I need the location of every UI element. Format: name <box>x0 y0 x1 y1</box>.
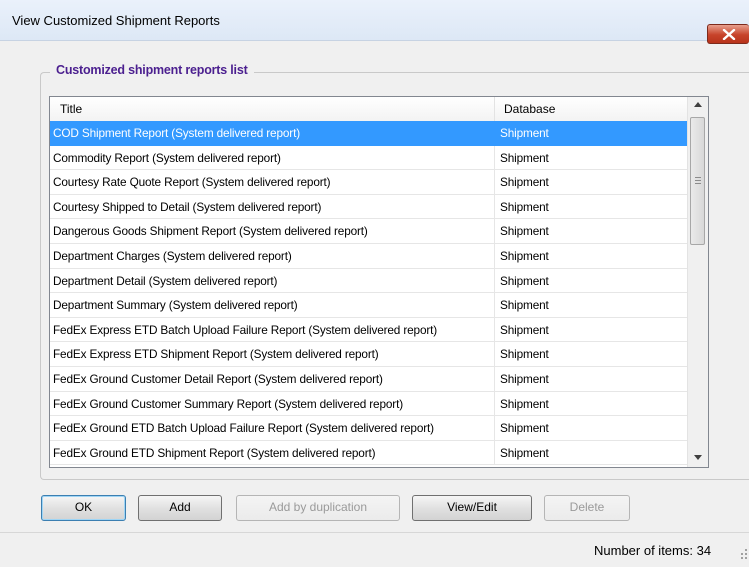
list-item[interactable]: Department Summary (System delivered rep… <box>50 293 687 318</box>
report-database: Shipment <box>500 248 549 263</box>
report-database: Shipment <box>500 298 549 313</box>
list-item[interactable]: Department Detail (System delivered repo… <box>50 268 687 294</box>
list-item[interactable]: COD Shipment Report (System delivered re… <box>50 121 687 146</box>
scroll-up-button[interactable] <box>688 97 708 114</box>
column-header-title[interactable]: Title <box>50 97 495 121</box>
report-database: Shipment <box>500 322 549 337</box>
report-title: FedEx Express ETD Batch Upload Failure R… <box>50 317 495 342</box>
report-title: FedEx Ground Customer Detail Report (Sys… <box>50 366 495 391</box>
list-item[interactable]: FedEx Express ETD Shipment Report (Syste… <box>50 342 687 367</box>
list-item[interactable]: Department Charges (System delivered rep… <box>50 243 687 269</box>
report-title: FedEx Ground ETD Batch Upload Failure Re… <box>50 416 495 441</box>
list-item[interactable]: Courtesy Shipped to Detail (System deliv… <box>50 194 687 220</box>
arrow-up-icon <box>694 102 702 107</box>
report-database: Shipment <box>500 199 549 214</box>
report-title: Department Summary (System delivered rep… <box>50 293 495 318</box>
report-database: Shipment <box>500 347 549 362</box>
list-item[interactable]: FedEx Ground Customer Detail Report (Sys… <box>50 366 687 392</box>
report-title: Department Detail (System delivered repo… <box>50 268 495 293</box>
report-title: Courtesy Rate Quote Report (System deliv… <box>50 170 495 195</box>
list-header: Title Database <box>50 97 688 122</box>
report-title: Department Charges (System delivered rep… <box>50 243 495 268</box>
vertical-scrollbar[interactable] <box>687 97 708 467</box>
report-title: COD Shipment Report (System delivered re… <box>50 121 495 145</box>
item-count-value: 34 <box>696 543 712 558</box>
window-title: View Customized Shipment Reports <box>12 13 220 28</box>
list-item[interactable]: FedEx Ground Customer Summary Report (Sy… <box>50 391 687 417</box>
grip-icon <box>695 177 701 184</box>
add-by-duplication-button[interactable]: Add by duplication <box>236 495 400 521</box>
item-count-label: Number of items: <box>594 543 693 558</box>
report-title: Courtesy Shipped to Detail (System deliv… <box>50 194 495 219</box>
scroll-down-button[interactable] <box>688 450 708 467</box>
report-database: Shipment <box>500 175 549 190</box>
scroll-thumb[interactable] <box>690 117 705 245</box>
report-database: Shipment <box>500 126 549 140</box>
report-database: Shipment <box>500 396 549 411</box>
report-database: Shipment <box>500 421 549 436</box>
report-title: FedEx Ground ETD Shipment Report (System… <box>50 440 495 465</box>
list-item[interactable]: Commodity Report (System delivered repor… <box>50 145 687 171</box>
report-database: Shipment <box>500 150 549 165</box>
report-title: Commodity Report (System delivered repor… <box>50 145 495 170</box>
group-legend: Customized shipment reports list <box>50 63 254 77</box>
report-title: FedEx Express ETD Shipment Report (Syste… <box>50 342 495 367</box>
report-database: Shipment <box>500 371 549 386</box>
title-bar: View Customized Shipment Reports <box>0 0 749 44</box>
list-item[interactable]: Courtesy Rate Quote Report (System deliv… <box>50 170 687 195</box>
close-button[interactable] <box>707 24 749 44</box>
list-item[interactable]: FedEx Ground ETD Shipment Report (System… <box>50 440 687 466</box>
list-item[interactable]: Dangerous Goods Shipment Report (System … <box>50 219 687 244</box>
list-item[interactable]: FedEx Express ETD Batch Upload Failure R… <box>50 317 687 343</box>
status-bar: Number of items: 34 <box>0 532 749 567</box>
delete-button[interactable]: Delete <box>544 495 630 521</box>
item-count: Number of items: 34 <box>594 543 711 558</box>
list-rows: COD Shipment Report (System delivered re… <box>50 121 687 466</box>
report-database: Shipment <box>500 273 549 288</box>
report-title: FedEx Ground Customer Summary Report (Sy… <box>50 391 495 416</box>
report-database: Shipment <box>500 224 549 239</box>
view-edit-button[interactable]: View/Edit <box>412 495 532 521</box>
ok-button[interactable]: OK <box>41 495 126 521</box>
column-header-database[interactable]: Database <box>495 97 688 121</box>
add-button[interactable]: Add <box>138 495 222 521</box>
report-title: Dangerous Goods Shipment Report (System … <box>50 219 495 244</box>
close-icon <box>722 29 736 40</box>
list-item[interactable]: FedEx Ground ETD Batch Upload Failure Re… <box>50 416 687 441</box>
resize-grip-icon[interactable] <box>738 547 748 559</box>
reports-list[interactable]: Title Database COD Shipment Report (Syst… <box>49 96 709 468</box>
arrow-down-icon <box>694 455 702 460</box>
report-database: Shipment <box>500 445 549 460</box>
